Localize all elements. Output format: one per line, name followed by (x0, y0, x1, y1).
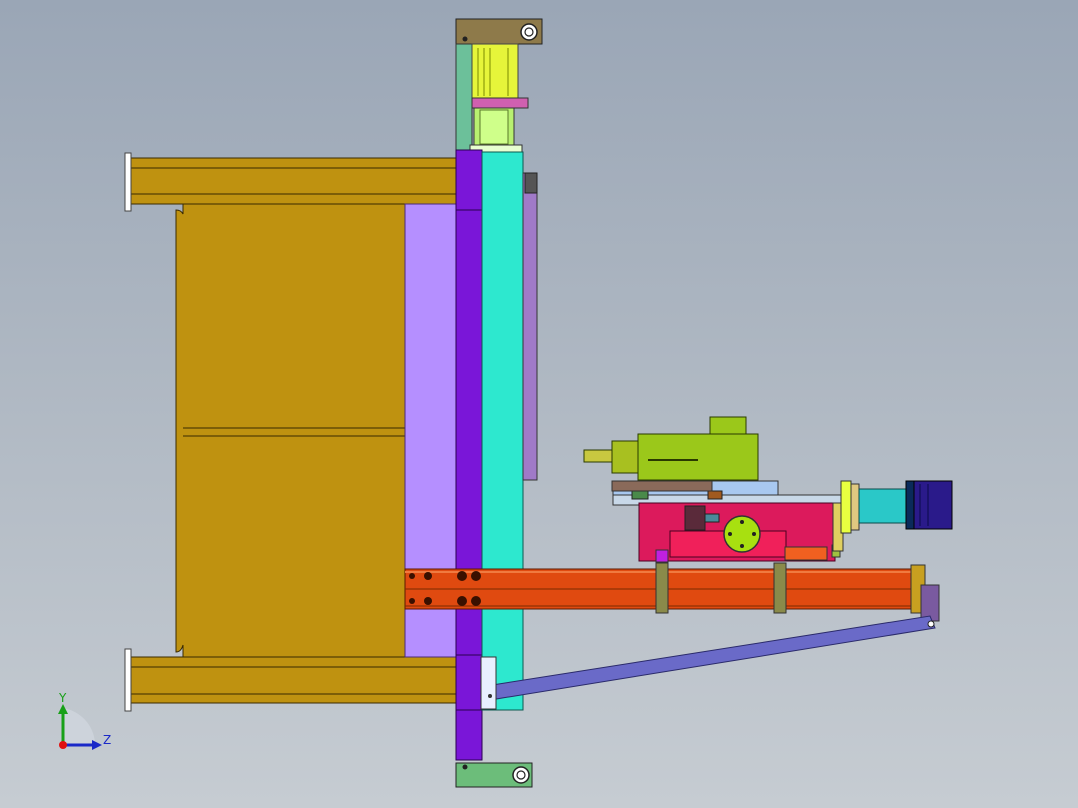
rail-stop (524, 172, 538, 194)
slide-assembly[interactable] (612, 480, 844, 563)
slide-clamp-block (684, 505, 706, 531)
green-motor-body[interactable] (637, 433, 759, 481)
top-pivot-icon (520, 23, 538, 41)
frame-bottom-endplate (124, 648, 132, 712)
link-arm-mount (480, 656, 497, 710)
frame-main-block[interactable] (175, 203, 406, 658)
triad-y-label: Y (58, 691, 67, 705)
frame-top-endplate (124, 152, 132, 212)
assembly-model[interactable]: Y Z (0, 0, 1078, 808)
guide-rail[interactable] (522, 172, 538, 481)
frame-bottom-tube[interactable] (129, 656, 457, 704)
purple-column[interactable] (455, 149, 483, 761)
top-motor-body[interactable] (471, 43, 519, 99)
cylinder-clamp-2 (773, 562, 787, 614)
top-side-plate (455, 43, 473, 151)
link-arm[interactable] (485, 615, 936, 701)
green-motor[interactable] (583, 416, 759, 492)
slide-sensor (784, 546, 828, 561)
navy-motor[interactable] (840, 480, 953, 534)
navy-motor-gearbox (858, 488, 910, 524)
top-motor-assembly[interactable] (455, 18, 543, 154)
cylinder-clamp-1 (655, 562, 669, 614)
top-motor-flange (471, 97, 529, 109)
teal-column[interactable] (481, 151, 524, 711)
frame-top-tube[interactable] (129, 157, 457, 205)
triad-z-label: Z (103, 733, 111, 747)
coordinate-triad-icon: Y Z (58, 691, 111, 750)
bottom-bracket-assembly[interactable] (455, 762, 533, 788)
green-motor-shaft (583, 449, 613, 463)
bottom-pivot-icon (512, 766, 530, 784)
cad-viewport[interactable]: Y Z (0, 0, 1078, 808)
